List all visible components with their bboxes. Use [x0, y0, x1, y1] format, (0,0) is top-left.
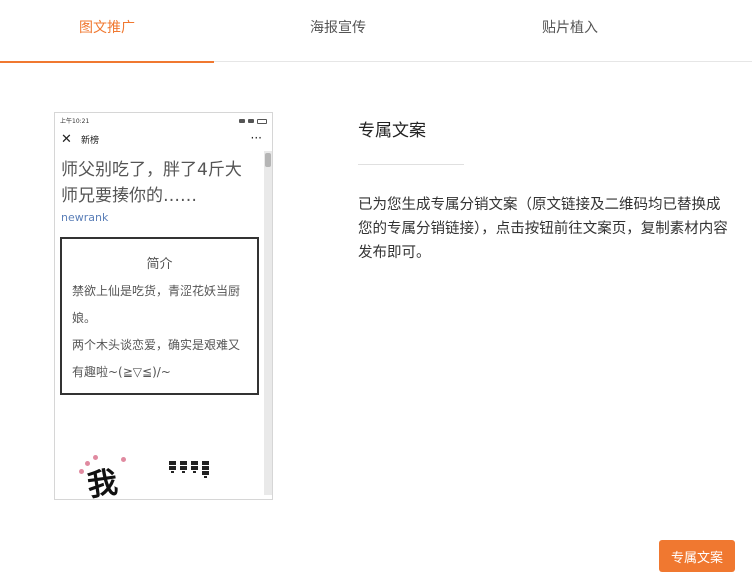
signal-icon [248, 119, 254, 123]
intro-paragraph: 禁欲上仙是吃货，青涩花妖当厨娘。 [72, 284, 241, 325]
intro-paragraph: 两个木头谈恋爱，确实是艰难又有趣啦~(≧▽≦)/~ [72, 338, 241, 379]
phone-nav-title: 新榜 [81, 135, 100, 146]
status-time: 上午10:21 [60, 118, 90, 125]
section-title: 专属文案 [358, 121, 426, 141]
intro-box: 简介 禁欲上仙是吃货，青涩花妖当厨娘。 两个木头谈恋爱，确实是艰难又有趣啦~(≧… [60, 237, 259, 395]
divider [358, 164, 464, 165]
close-icon[interactable]: ✕ [61, 133, 75, 146]
article-preview: 师父别吃了，胖了4斤大师兄要揍你的…… newrank [55, 153, 264, 224]
tab-poster-promo[interactable]: 海报宣传 [231, 0, 445, 62]
tab-patch-placement[interactable]: 贴片植入 [463, 0, 677, 62]
status-icons [239, 116, 267, 126]
exclusive-copy-button[interactable]: 专属文案 [659, 540, 735, 572]
phone-scrollbar[interactable] [264, 151, 272, 495]
vertical-text-columns [169, 461, 209, 478]
phone-preview: 上午10:21 ✕ 新榜 ··· 师父别吃了，胖了4斤大师兄要揍你的…… new… [54, 112, 273, 500]
scrollbar-thumb[interactable] [265, 153, 271, 167]
calligraphy-character: 我 [85, 465, 120, 500]
section-description: 已为您生成专属分销文案（原文链接及二维码均已替换成您的专属分销链接），点击按钮前… [358, 197, 728, 261]
phone-nav-bar: ✕ 新榜 ··· [55, 126, 272, 152]
blossom-decoration [121, 457, 126, 462]
article-cover-image: 我 [73, 453, 253, 499]
tab-bar: 图文推广 海报宣传 贴片植入 [0, 0, 752, 63]
tab-image-text-promo[interactable]: 图文推广 [0, 0, 214, 63]
intro-title: 简介 [146, 257, 173, 272]
phone-status-bar: 上午10:21 [55, 113, 272, 126]
article-author-link[interactable]: newrank [55, 209, 264, 224]
blossom-decoration [79, 469, 84, 474]
battery-icon [257, 118, 267, 124]
article-title: 师父别吃了，胖了4斤大师兄要揍你的…… [61, 160, 242, 206]
wifi-icon [239, 119, 245, 123]
more-icon[interactable]: ··· [251, 131, 262, 145]
